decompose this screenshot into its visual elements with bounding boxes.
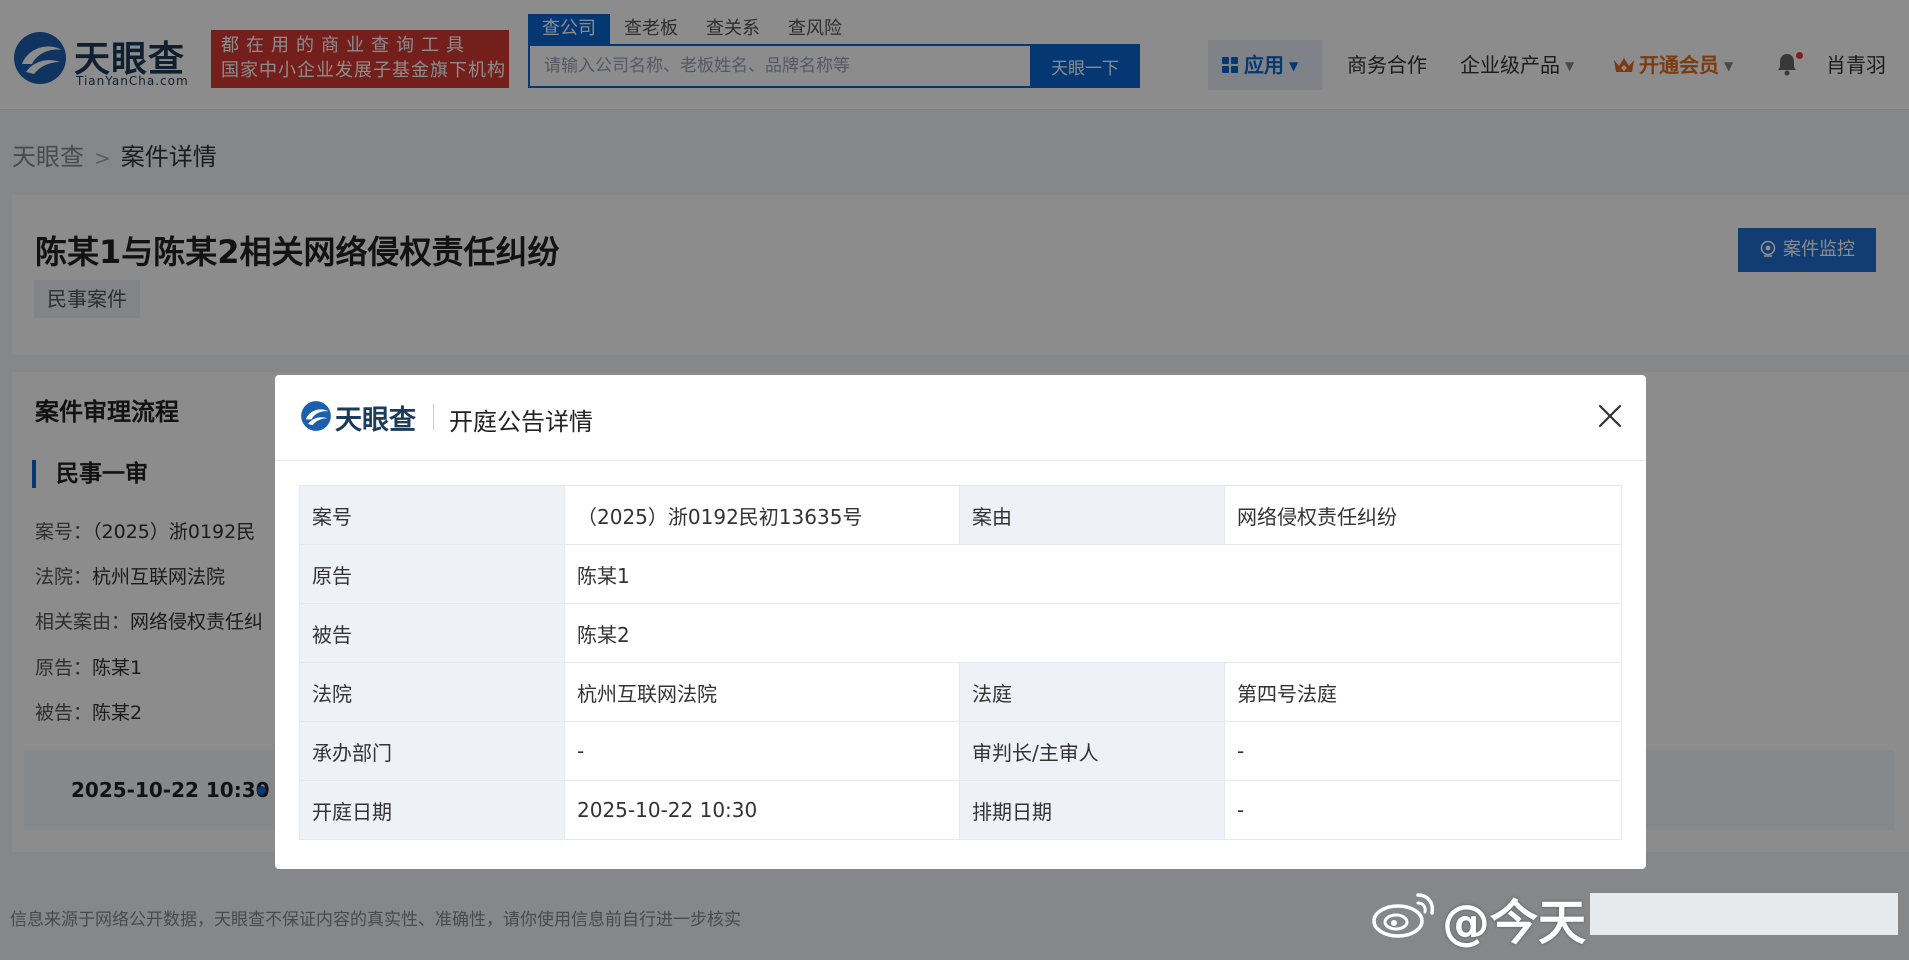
courtroom-label: 法庭	[959, 662, 1225, 722]
table-row: 被告 陈某2	[299, 603, 1622, 663]
table-row: 案号 （2025）浙0192民初13635号 案由 网络侵权责任纠纷	[299, 485, 1622, 545]
defendant-value: 陈某2	[564, 603, 1622, 663]
modal-title: 开庭公告详情	[449, 408, 593, 436]
judge-value: -	[1224, 721, 1622, 781]
judge-label: 审判长/主审人	[959, 721, 1225, 781]
plaintiff-value: 陈某1	[564, 544, 1622, 604]
case-no-value: （2025）浙0192民初13635号	[564, 485, 960, 545]
tianyancha-logo-icon	[301, 401, 331, 431]
modal-header-divider	[433, 404, 434, 430]
schedule-date-label: 排期日期	[959, 780, 1225, 840]
courtroom-value: 第四号法庭	[1224, 662, 1622, 722]
hearing-notice-modal: 天眼查 开庭公告详情 案号 （2025）浙0192民初13635号 案由 网络侵…	[275, 375, 1646, 869]
court-value: 杭州互联网法院	[564, 662, 960, 722]
defendant-label: 被告	[299, 603, 565, 663]
table-row: 原告 陈某1	[299, 544, 1622, 604]
close-icon[interactable]	[1595, 401, 1625, 431]
case-no-label: 案号	[299, 485, 565, 545]
hearing-date-label: 开庭日期	[299, 780, 565, 840]
cause-value: 网络侵权责任纠纷	[1224, 485, 1622, 545]
hearing-date-value: 2025-10-22 10:30	[564, 780, 960, 840]
watermark-redaction	[1590, 893, 1898, 935]
plaintiff-label: 原告	[299, 544, 565, 604]
watermark-text: @今天	[1442, 895, 1587, 951]
table-row: 法院 杭州互联网法院 法庭 第四号法庭	[299, 662, 1622, 722]
court-label: 法院	[299, 662, 565, 722]
dept-value: -	[564, 721, 960, 781]
modal-header: 天眼查 开庭公告详情	[275, 375, 1646, 461]
hearing-detail-table: 案号 （2025）浙0192民初13635号 案由 网络侵权责任纠纷 原告 陈某…	[299, 485, 1622, 840]
schedule-date-value: -	[1224, 780, 1622, 840]
cause-label: 案由	[959, 485, 1225, 545]
table-row: 开庭日期 2025-10-22 10:30 排期日期 -	[299, 780, 1622, 840]
dept-label: 承办部门	[299, 721, 565, 781]
table-row: 承办部门 - 审判长/主审人 -	[299, 721, 1622, 781]
weibo-logo-icon	[1372, 893, 1435, 938]
modal-logo-text: 天眼查	[335, 405, 416, 436]
